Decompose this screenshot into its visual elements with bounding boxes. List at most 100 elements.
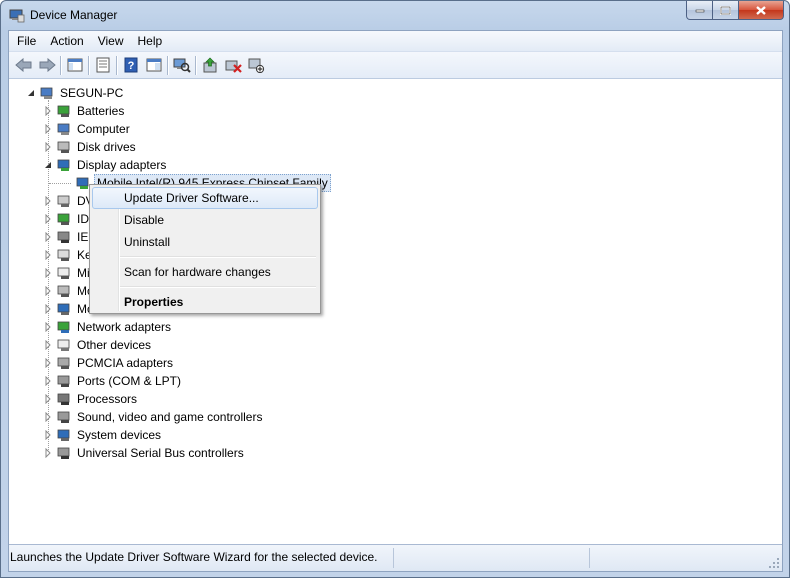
- other-devices-icon: [57, 339, 70, 351]
- category-expander[interactable]: [43, 448, 53, 458]
- tree-category[interactable]: Batteries: [43, 102, 126, 120]
- category-expander[interactable]: [43, 304, 53, 314]
- category-expander[interactable]: [43, 124, 53, 134]
- tree-category[interactable]: Universal Serial Bus controllers: [43, 444, 246, 462]
- category-expander[interactable]: [43, 286, 53, 296]
- category-expander[interactable]: [43, 358, 53, 368]
- expand-arrow-icon[interactable]: [43, 250, 53, 260]
- category-expander[interactable]: [43, 160, 53, 170]
- title-bar[interactable]: Device Manager: [1, 1, 789, 31]
- collapse-arrow-icon[interactable]: [26, 88, 36, 98]
- context-menu-item-properties[interactable]: Properties: [92, 291, 318, 313]
- category-expander[interactable]: [43, 196, 53, 206]
- scan-hardware-icon: [173, 58, 191, 73]
- expand-arrow-icon[interactable]: [43, 340, 53, 350]
- tree-category-label: Other devices: [77, 338, 152, 352]
- category-expander[interactable]: [43, 232, 53, 242]
- tree-category[interactable]: Sound, video and game controllers: [43, 408, 264, 426]
- resize-grip-icon[interactable]: [768, 557, 780, 569]
- back-button[interactable]: [12, 54, 35, 76]
- category-expander[interactable]: [43, 250, 53, 260]
- root-expander[interactable]: [26, 88, 36, 98]
- expand-arrow-icon[interactable]: [43, 430, 53, 440]
- close-icon: [756, 5, 766, 15]
- keyboard-icon: [57, 249, 70, 261]
- expand-arrow-icon[interactable]: [43, 376, 53, 386]
- expand-arrow-icon[interactable]: [43, 268, 53, 278]
- tree-category-label: Network adapters: [77, 320, 172, 334]
- context-menu-item-update-driver-software[interactable]: Update Driver Software...: [92, 187, 318, 209]
- console-tree-button[interactable]: [63, 54, 86, 76]
- category-expander[interactable]: [43, 322, 53, 332]
- minimize-button[interactable]: [686, 1, 713, 20]
- tree-category[interactable]: Mo: [43, 282, 96, 300]
- expand-arrow-icon[interactable]: [43, 448, 53, 458]
- toolbar-separator: [116, 55, 117, 75]
- expand-arrow-icon[interactable]: [43, 304, 53, 314]
- expand-arrow-icon[interactable]: [43, 394, 53, 404]
- ide-icon: [57, 213, 70, 225]
- expand-arrow-icon[interactable]: [43, 232, 53, 242]
- close-button[interactable]: [739, 1, 784, 20]
- forward-button[interactable]: [35, 54, 58, 76]
- maximize-button[interactable]: [713, 1, 739, 20]
- expand-arrow-icon[interactable]: [43, 322, 53, 332]
- category-expander[interactable]: [43, 376, 53, 386]
- category-expander[interactable]: [43, 268, 53, 278]
- menu-file[interactable]: File: [10, 32, 43, 51]
- tree-category[interactable]: Disk drives: [43, 138, 138, 156]
- tree-category[interactable]: PCMCIA adapters: [43, 354, 175, 372]
- expand-arrow-icon[interactable]: [43, 412, 53, 422]
- tree-category[interactable]: DV: [43, 192, 96, 210]
- tree-category-label: System devices: [77, 428, 162, 442]
- window-title: Device Manager: [30, 8, 118, 22]
- help-icon: ?: [124, 57, 137, 73]
- tree-category[interactable]: System devices: [43, 426, 163, 444]
- tree-category[interactable]: Network adapters: [43, 318, 173, 336]
- category-expander[interactable]: [43, 412, 53, 422]
- update-driver-icon: [203, 57, 216, 73]
- sound-icon: [57, 411, 70, 423]
- computer-icon: [57, 123, 70, 135]
- scan-hardware-button[interactable]: [170, 54, 193, 76]
- tree-category[interactable]: Ports (COM & LPT): [43, 372, 183, 390]
- network-adapter-icon: [57, 321, 70, 333]
- tree-category[interactable]: Computer: [43, 120, 132, 138]
- menu-action[interactable]: Action: [43, 32, 90, 51]
- category-expander[interactable]: [43, 106, 53, 116]
- disable-button[interactable]: [244, 54, 267, 76]
- expand-arrow-icon[interactable]: [43, 196, 53, 206]
- disable-icon: [248, 58, 264, 73]
- context-menu-item-scan-for-hardware-changes[interactable]: Scan for hardware changes: [92, 261, 318, 283]
- properties-button[interactable]: [91, 54, 114, 76]
- expand-arrow-icon[interactable]: [43, 358, 53, 368]
- tree-category[interactable]: Display adapters: [43, 156, 168, 174]
- expand-arrow-icon[interactable]: [43, 214, 53, 224]
- tree-root[interactable]: SEGUN-PC: [26, 84, 125, 102]
- expand-arrow-icon[interactable]: [43, 106, 53, 116]
- help-button[interactable]: ?: [119, 54, 142, 76]
- context-menu-item-uninstall[interactable]: Uninstall: [92, 231, 318, 253]
- status-divider: [393, 548, 394, 568]
- tree-category[interactable]: Processors: [43, 390, 139, 408]
- expand-arrow-icon[interactable]: [43, 142, 53, 152]
- usb-icon: [57, 447, 70, 459]
- context-menu-item-disable[interactable]: Disable: [92, 209, 318, 231]
- action-pane-button[interactable]: [142, 54, 165, 76]
- category-expander[interactable]: [43, 340, 53, 350]
- menu-help[interactable]: Help: [131, 32, 170, 51]
- category-expander[interactable]: [43, 394, 53, 404]
- collapse-arrow-icon[interactable]: [43, 160, 53, 170]
- expand-arrow-icon[interactable]: [43, 286, 53, 296]
- category-expander[interactable]: [43, 214, 53, 224]
- category-expander[interactable]: [43, 430, 53, 440]
- category-expander[interactable]: [43, 142, 53, 152]
- expand-arrow-icon[interactable]: [43, 124, 53, 134]
- tree-category-label: Display adapters: [77, 158, 167, 172]
- menu-view[interactable]: View: [91, 32, 131, 51]
- tree-category[interactable]: Mo: [43, 300, 96, 318]
- tree-category[interactable]: Other devices: [43, 336, 153, 354]
- update-driver-button[interactable]: [198, 54, 221, 76]
- uninstall-button[interactable]: [221, 54, 244, 76]
- minimize-icon: [695, 9, 704, 13]
